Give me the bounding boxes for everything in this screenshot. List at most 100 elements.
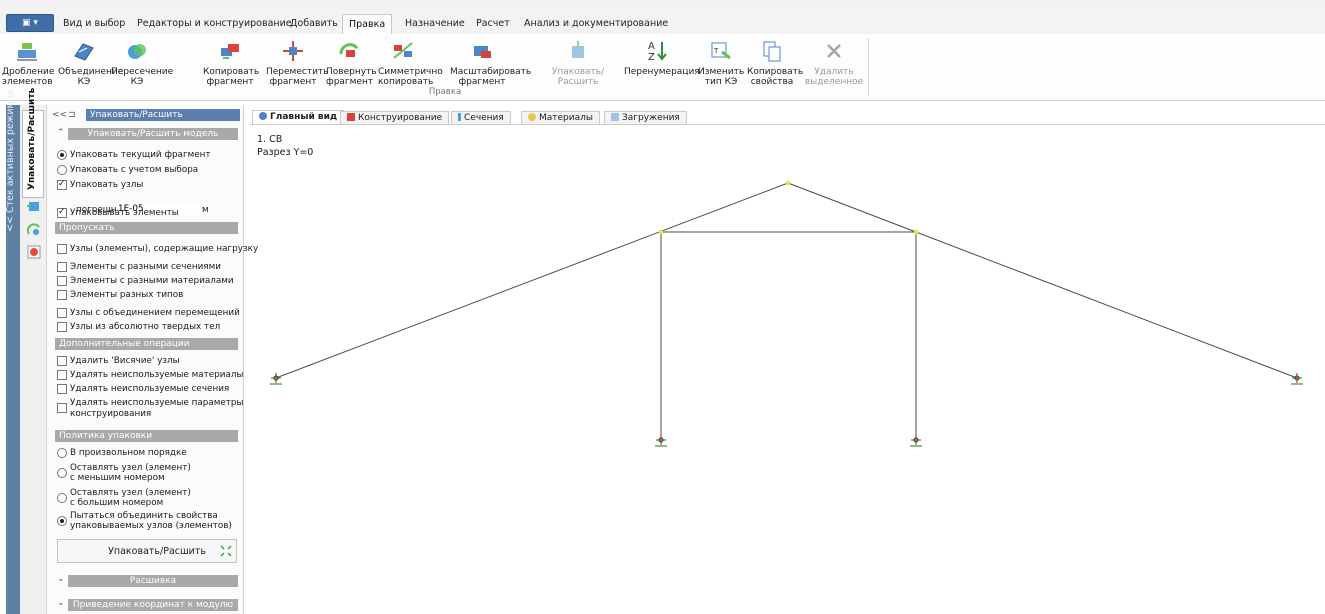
tab-loads[interactable]: Загружения [604,111,687,125]
ribbon-group-label: Правка [428,87,462,97]
section-expand-icon[interactable]: ⌄ [57,574,65,584]
checkbox-control[interactable] [57,244,67,254]
panel-pin-button[interactable]: ⊐ [68,110,76,120]
check-pack-elements-label: Упаковывать элементы [70,208,179,218]
mirror-copy-button[interactable]: Симметрично копировать [378,38,443,87]
section-pack-header[interactable]: Упаковать/Расшить модель [68,128,238,140]
radio-policy-merge-label: Пытаться объединить свойства [70,511,218,521]
checkbox-control[interactable] [57,308,67,318]
menu-tab-editors[interactable]: Редакторы и конструирование [137,16,292,32]
merge-fe-button[interactable]: Объединение КЭ [58,38,123,87]
split-elements-label-2: элементов [2,77,53,87]
materials-icon [528,113,536,121]
section-modulo-header[interactable]: Приведение координат к модулю [68,599,238,611]
scale-fragment-button[interactable]: Масштабировать фрагмент [450,38,531,87]
rotate-mode-icon[interactable] [26,222,42,238]
radio-policy-any-label: В произвольном порядке [70,448,187,458]
svg-text:T: T [713,47,719,55]
copy-properties-icon [763,41,781,62]
check-skip-types-label: Элементы разных типов [70,290,184,300]
check-delete-sections-label: Удалять неиспользуемые сечения [70,384,230,394]
radio-control[interactable] [57,516,67,526]
checkbox-control[interactable] [57,356,67,366]
node-beam-left[interactable] [658,229,664,235]
radio-policy-smaller-label: Оставлять узел (элемент) [70,463,191,473]
tab-main-view[interactable]: Главный вид [252,110,345,125]
check-skip-materials-label: Элементы с разными материалами [70,276,234,286]
checkbox-control[interactable] [57,276,67,286]
pack-mode-icon[interactable] [26,198,42,214]
split-elements-icon [17,43,37,61]
loads-icon [611,113,619,121]
rafter-left [275,182,789,379]
support-right-eave[interactable] [1291,373,1303,385]
active-modes-stack-label: << Стек активных режимов [5,89,16,232]
menu-tab-view-select[interactable]: Вид и выбор [63,16,125,32]
radio-control[interactable] [57,493,67,503]
menu-tab-add[interactable]: Добавить [290,16,338,32]
copy-properties-label-2: свойства [750,77,794,87]
rotate-fragment-label-2: фрагмент [326,77,374,87]
radio-control[interactable] [57,448,67,458]
intersect-fe-button[interactable]: Пересечение КЭ [111,38,173,87]
app-menu-button[interactable]: ▣ ▾ [6,14,54,32]
copy-fragment-button[interactable]: Копировать фрагмент [203,38,260,87]
checkbox-control[interactable] [57,290,67,300]
radio-control[interactable] [57,150,67,160]
checkbox-control[interactable] [57,370,67,380]
section-expand-icon-2[interactable]: ⌄ [57,598,65,608]
selection-mode-icon[interactable] [26,244,42,260]
radio-control[interactable] [57,165,67,175]
move-fragment-label: Переместить [266,67,329,77]
checkbox-control[interactable] [57,262,67,272]
node-beam-right[interactable] [913,229,919,235]
copy-fragment-label: Копировать [203,67,260,77]
delete-selected-button[interactable]: Удалить выделенное [802,38,866,87]
intersect-fe-icon [128,44,146,59]
checkbox-control[interactable] [57,403,67,413]
tab-sections[interactable]: Сечения [451,111,511,125]
section-collapse-icon[interactable]: ⌃ [57,128,65,138]
pack-unstitch-icon [572,41,584,58]
menu-tab-calc[interactable]: Расчет [476,16,510,32]
support-left-column[interactable] [655,435,667,447]
scale-fragment-label: Масштабировать [450,67,532,77]
move-fragment-label-2: фрагмент [269,77,317,87]
move-fragment-button[interactable]: Переместить фрагмент [266,38,328,87]
sections-icon [458,113,461,121]
rotate-fragment-button[interactable]: Повернуть фрагмент [326,38,377,87]
support-right-column[interactable] [910,435,922,447]
renumber-button[interactable]: AZ Перенумерация [624,38,700,77]
menu-tab-assign[interactable]: Назначение [405,16,465,32]
mode-tab-label: Упаковать/Расшить [27,87,37,190]
checkbox-control[interactable] [57,384,67,394]
tab-materials-label: Материалы [539,113,593,123]
panel-collapse-button[interactable]: << [52,110,67,120]
check-skip-rigid-label: Узлы из абсолютно твердых тел [70,322,221,332]
pack-unstitch-button[interactable]: Упаковать/Расшить [57,539,237,563]
tab-materials[interactable]: Материалы [521,111,600,125]
pack-unstitch-ribbon-label: Упаковать/Расшить [551,67,605,87]
split-elements-button[interactable]: Дробление элементов [2,38,55,87]
node-ridge[interactable] [785,180,791,186]
checkbox-control[interactable] [57,179,67,190]
section-unstitch-header[interactable]: Расшивка [68,575,238,587]
radio-control[interactable] [57,468,67,478]
menu-tab-edit[interactable]: Правка [342,14,393,36]
checkbox-control[interactable] [57,322,67,332]
intersect-fe-label-2: КЭ [130,77,144,87]
tab-loads-label: Загружения [622,113,680,123]
support-left-eave[interactable] [270,373,282,385]
change-fe-type-button[interactable]: T Изменить тип КЭ [698,38,744,87]
menu-tab-analysis[interactable]: Анализ и документирование [524,16,668,32]
checkbox-control[interactable] [57,207,67,218]
copy-properties-label: Копировать [747,67,804,77]
copy-properties-button[interactable]: Копировать свойства [747,38,803,87]
model-viewport[interactable] [250,125,1325,614]
pack-unstitch-ribbon-button[interactable]: Упаковать/Расшить [536,38,620,87]
tab-design[interactable]: Конструирование [340,111,450,125]
split-elements-label: Дробление [2,67,55,77]
mirror-copy-icon [393,42,413,59]
radio-pack-current-label: Упаковать текущий фрагмент [70,150,211,160]
tab-sections-label: Сечения [464,113,504,123]
